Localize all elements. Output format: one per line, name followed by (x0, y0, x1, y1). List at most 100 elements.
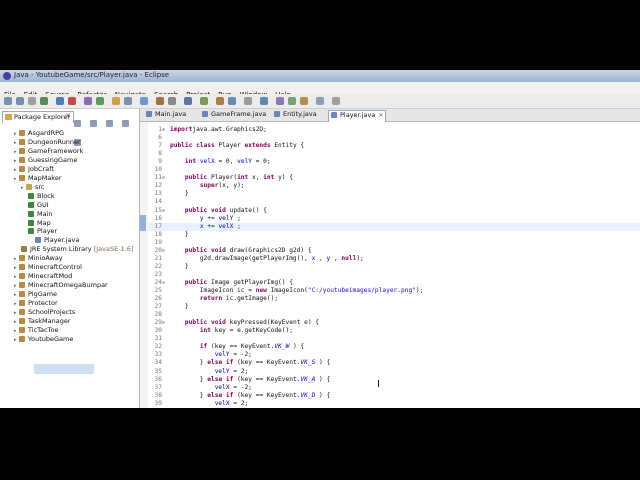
tree-item[interactable]: Block (28, 192, 55, 201)
line-number: 35 (154, 367, 162, 375)
toolbar-button[interactable] (288, 97, 296, 105)
tree-item[interactable]: GUI (28, 201, 49, 210)
code-line: 11 ⊖ public Player(int x, int y) { (148, 174, 640, 182)
toolbar-button[interactable] (56, 97, 64, 105)
line-number: 22 (154, 262, 162, 270)
editor-tab[interactable]: Main.java (144, 110, 196, 121)
code-token: += (203, 222, 219, 230)
tree-item[interactable]: ▸ TaskManager (14, 317, 71, 326)
package-explorer: Package Explorer ✕ ▸ AsgardRPG ▸ DungeonRun… (0, 109, 140, 408)
code-token: VK_W (274, 343, 290, 351)
code-token: update() { (225, 206, 267, 214)
project-icon (19, 326, 25, 333)
toolbar-button[interactable] (244, 97, 252, 105)
editor-tab[interactable]: Player.java ✕ (328, 110, 386, 122)
toolbar-button[interactable] (260, 97, 268, 105)
package-explorer-tab[interactable]: Package Explorer ✕ (2, 111, 74, 123)
toolbar-button[interactable] (40, 97, 48, 105)
code-line: 30 int key = e.getKeyCode(); (148, 327, 640, 335)
change-marker (140, 222, 146, 231)
link-editor-icon[interactable] (90, 120, 98, 127)
toolbar-button[interactable] (140, 97, 148, 105)
editor-tab-label: GameFrame.java (211, 110, 267, 118)
tree-item[interactable]: ▸ MinecraftMod (14, 272, 72, 281)
code-token: (key == KeyEvent. (233, 391, 301, 399)
tree-item[interactable]: ▸ AsgardRPG (14, 129, 64, 138)
code-token: velX (214, 383, 230, 391)
collapse-all-icon[interactable] (74, 120, 81, 127)
toolbar-button[interactable] (216, 97, 224, 105)
tree-item[interactable]: ▸ PigGame (14, 290, 57, 299)
tree-item[interactable]: ▸ JobCraft (14, 165, 54, 174)
code-token: ic.getImage(); (222, 295, 279, 303)
toolbar-button[interactable] (68, 97, 76, 105)
view-menu-icon[interactable] (106, 120, 114, 127)
tree-item[interactable]: JRE System Library [JavaSE-1.6] (21, 245, 133, 254)
tree-item[interactable]: ▸ Protector (14, 299, 58, 308)
tree-item[interactable]: ▸ YoutubeGame (14, 335, 73, 344)
tree-item[interactable]: ▸ TicTacToe (14, 326, 58, 335)
toolbar-button[interactable] (168, 97, 176, 105)
toolbar-button[interactable] (200, 97, 208, 105)
fold-toggle-icon[interactable]: ⊖ (162, 207, 168, 215)
tree-item[interactable]: ▸ DungeonRunner (14, 138, 81, 147)
tree-item[interactable]: ▸ MapMaker (14, 174, 62, 183)
tree-item[interactable]: ▸ MinecraftControl (14, 263, 82, 272)
toolbar-button[interactable] (124, 97, 132, 105)
editor-tab[interactable]: GameFrame.java (200, 110, 268, 121)
project-icon (19, 335, 25, 342)
tree-item[interactable]: ▸ SchoolProjects (14, 308, 75, 317)
line-number: 28 (154, 311, 162, 319)
fold-toggle-icon[interactable]: ⊖ (162, 279, 168, 287)
toolbar-button[interactable] (112, 97, 120, 105)
toolbar-button[interactable] (16, 97, 24, 105)
tree-item[interactable]: ▸ MinioAway (14, 254, 63, 263)
toolbar-button[interactable] (96, 97, 104, 105)
line-number: 26 (154, 295, 162, 303)
line-number: 15 (154, 206, 162, 214)
toolbar-button[interactable] (228, 97, 236, 105)
toolbar-button[interactable] (276, 97, 284, 105)
minimize-icon[interactable] (122, 120, 130, 127)
toolbar-button[interactable] (4, 97, 12, 105)
close-icon[interactable]: ✕ (378, 112, 383, 119)
toolbar-button[interactable] (300, 97, 308, 105)
class-icon (28, 192, 34, 199)
code-text: return ic.getImage(); (170, 295, 278, 303)
mouse-cursor (378, 380, 379, 387)
code-token: ) { (315, 391, 331, 399)
tree-item[interactable]: Player.java (35, 236, 79, 245)
toolbar-button[interactable] (316, 97, 324, 105)
tree-item-label: GameFramework (28, 146, 84, 155)
toolbar-button[interactable] (332, 97, 340, 105)
code-token: = 0; (252, 158, 271, 166)
tree-item[interactable]: Player (28, 227, 57, 236)
code-area[interactable]: 1 ⊕ importjava.awt.Graphics2D; 6 7 public cla… (148, 122, 640, 408)
class-icon (28, 228, 34, 235)
tree-item[interactable]: ▸ GuessingGame (14, 156, 77, 165)
toolbar-button[interactable] (28, 97, 36, 105)
toolbar-button[interactable] (156, 97, 164, 105)
toolbar-button[interactable] (184, 97, 192, 105)
fold-toggle-icon[interactable]: ⊕ (162, 126, 168, 134)
code-token: int (199, 327, 211, 335)
fold-toggle-icon[interactable]: ⊖ (162, 247, 168, 255)
selected-tree-row-highlight (34, 364, 94, 374)
tree-item[interactable]: ▸ GameFramework (14, 147, 83, 156)
code-line: 1 ⊕ importjava.awt.Graphics2D; (148, 126, 640, 134)
close-icon[interactable]: ✕ (65, 112, 71, 120)
code-line: 17 x += velX ; (148, 223, 640, 231)
editor-tab[interactable]: Entity.java (272, 110, 324, 121)
tree-item[interactable]: Map (28, 219, 51, 228)
fold-toggle-icon[interactable]: ⊖ (162, 174, 168, 182)
tree-item[interactable]: Main (28, 210, 53, 219)
code-token: } (170, 375, 208, 383)
tree-item[interactable]: ▸ MinecraftOmegaBumpar (14, 281, 108, 290)
fold-toggle-icon[interactable]: ⊖ (162, 319, 168, 327)
line-number: 21 (154, 254, 162, 262)
tree-item[interactable]: ▸ src (21, 183, 45, 192)
toolbar-button[interactable] (84, 97, 92, 105)
line-number: 29 (154, 319, 162, 327)
